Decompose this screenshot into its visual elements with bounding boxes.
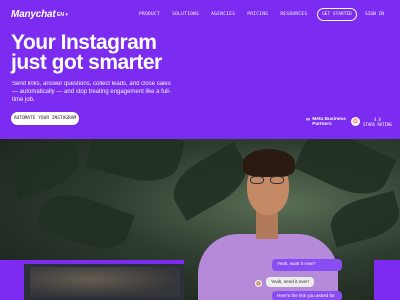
purple-block-left: [0, 260, 24, 300]
nav-solutions[interactable]: SOLUTIONS: [172, 12, 199, 17]
chat-bubble-incoming: Yeah, send it over!: [266, 277, 314, 287]
hero-title-line1: Your Instagram: [11, 31, 157, 54]
automate-instagram-label: AUTOMATE YOUR INSTAGRAM: [13, 116, 77, 121]
hero-title-line2: just got smarter: [11, 51, 162, 74]
g2-icon: G: [351, 117, 360, 126]
nav-resources[interactable]: RESOURCES: [280, 12, 307, 17]
get-started-button[interactable]: GET STARTED: [317, 8, 357, 21]
palm-leaf: [85, 139, 185, 190]
meta-line2: Partners: [312, 122, 332, 127]
person-hair: [243, 149, 295, 177]
automate-instagram-button[interactable]: AUTOMATE YOUR INSTAGRAM: [11, 112, 79, 125]
hero-title: Your Instagram just got smarter: [11, 31, 251, 74]
chat-bubble-outgoing: Yeah, want it now?: [272, 259, 342, 271]
sign-in-link[interactable]: SIGN IN: [365, 12, 384, 17]
meta-infinity-icon: ∞: [306, 117, 311, 123]
palm-leaf: [326, 190, 400, 248]
chat-bubble-outgoing-link: Here's the link you asked for: [272, 291, 342, 300]
language-selector[interactable]: EN ▾: [57, 12, 68, 18]
window-light: [30, 267, 180, 297]
meta-partner-badge: ∞ Meta Business Partners: [306, 117, 346, 127]
palm-leaf: [5, 139, 85, 200]
star-rating: 4.6 STARS RATING: [363, 117, 392, 127]
glasses-icon: [250, 176, 286, 184]
avatar: [255, 280, 262, 287]
palm-leaf: [35, 184, 135, 259]
main-nav: PRODUCT SOLUTIONS AGENCIES PRICING RESOU…: [139, 12, 307, 17]
rating-label: STARS RATING: [363, 122, 392, 127]
hero-subtitle: Send links, answer questions, collect le…: [12, 81, 171, 103]
glasses-lens-right: [270, 176, 284, 184]
nav-pricing[interactable]: PRICING: [247, 12, 268, 17]
top-navigation: Manychat EN ▾ PRODUCT SOLUTIONS AGENCIES…: [0, 0, 400, 30]
nav-agencies[interactable]: AGENCIES: [211, 12, 235, 17]
glasses-lens-left: [250, 176, 264, 184]
get-started-label: GET STARTED: [322, 12, 352, 17]
meta-partner-text: Meta Business Partners: [312, 117, 346, 127]
window-top-strip: [24, 260, 184, 264]
manychat-logo[interactable]: Manychat: [11, 9, 56, 20]
purple-block-right: [374, 260, 400, 300]
hero-photo: Yeah, want it now? Yeah, send it over! H…: [0, 139, 400, 300]
nav-product[interactable]: PRODUCT: [139, 12, 160, 17]
